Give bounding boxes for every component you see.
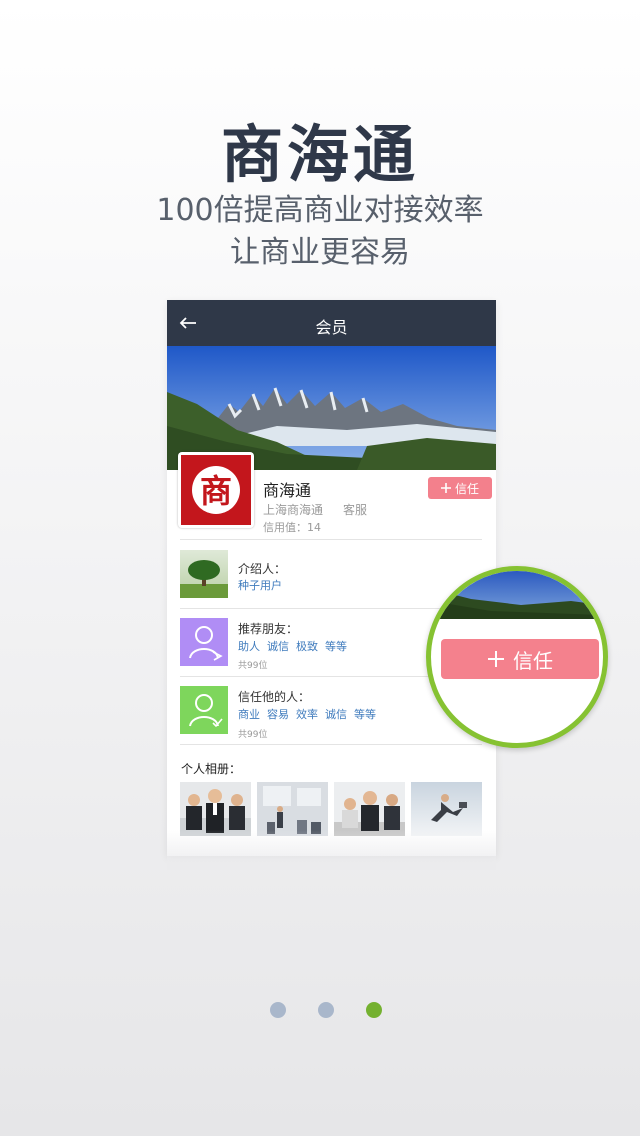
trust-button-label: 信任 bbox=[454, 481, 479, 496]
tag[interactable]: 诚信 bbox=[267, 638, 289, 654]
tag[interactable]: 容易 bbox=[267, 706, 289, 722]
tag[interactable]: 诚信 bbox=[325, 706, 347, 722]
page-dot-active[interactable] bbox=[366, 1002, 382, 1018]
trusters-tags: 商业 容易 效率 诚信 等等 bbox=[238, 706, 376, 722]
plus-icon bbox=[488, 651, 504, 667]
tag[interactable]: 商业 bbox=[238, 706, 260, 722]
divider bbox=[180, 539, 482, 540]
page-dot[interactable] bbox=[318, 1002, 334, 1018]
avatar[interactable]: 商 bbox=[178, 452, 254, 528]
plus-icon bbox=[440, 483, 451, 493]
tag[interactable]: 种子用户 bbox=[238, 577, 282, 593]
tag[interactable]: 助人 bbox=[238, 638, 260, 654]
album-photo[interactable] bbox=[257, 782, 328, 836]
profile-company: 上海商海通 bbox=[263, 503, 324, 517]
profile-name: 商海通 bbox=[263, 481, 312, 500]
zoom-trust-button[interactable]: 信任 bbox=[441, 639, 599, 679]
divider bbox=[180, 744, 482, 745]
svg-text:商: 商 bbox=[200, 472, 232, 510]
tag[interactable]: 等等 bbox=[354, 706, 376, 722]
hero-subtitle-2: 让商业更容易 bbox=[230, 235, 410, 270]
introducer-label: 介绍人： bbox=[238, 562, 287, 576]
tag[interactable]: 等等 bbox=[325, 638, 347, 654]
profile-role: 客服 bbox=[343, 503, 368, 517]
album-photo[interactable] bbox=[411, 782, 482, 836]
tree-thumbnail[interactable] bbox=[180, 550, 228, 598]
trust-button[interactable]: 信任 bbox=[428, 477, 492, 499]
phone-fade bbox=[167, 830, 496, 870]
zoom-trust-label: 信任 bbox=[513, 648, 553, 673]
navbar: 会员 bbox=[167, 300, 496, 346]
user-avatar-icon[interactable] bbox=[180, 618, 228, 666]
album-title: 个人相册： bbox=[181, 762, 242, 776]
recommend-friends-label: 推荐朋友： bbox=[238, 622, 299, 636]
page-indicator bbox=[270, 1002, 382, 1020]
recommend-friends-tags: 助人 诚信 极致 等等 bbox=[238, 638, 347, 654]
photo-album bbox=[180, 782, 482, 836]
user-check-icon[interactable] bbox=[180, 686, 228, 734]
profile-credit: 信用值：14 bbox=[263, 521, 321, 534]
introducer-tags: 种子用户 bbox=[238, 577, 282, 593]
hero-subtitle-1: 100倍提高商业对接效率 bbox=[156, 193, 484, 228]
album-photo[interactable] bbox=[180, 782, 251, 836]
navbar-title: 会员 bbox=[315, 318, 348, 337]
zoom-cover-image bbox=[431, 571, 603, 619]
album-photo[interactable] bbox=[334, 782, 405, 836]
recommend-friends-count: 共99位 bbox=[238, 661, 268, 671]
tag[interactable]: 极致 bbox=[296, 638, 318, 654]
trusters-count: 共99位 bbox=[238, 730, 268, 740]
tag[interactable]: 效率 bbox=[296, 706, 318, 722]
trusters-label: 信任他的人： bbox=[238, 690, 311, 704]
page-dot[interactable] bbox=[270, 1002, 286, 1018]
zoom-callout: 信任 bbox=[426, 566, 608, 748]
company-logo: 商 bbox=[181, 455, 251, 525]
hero-title: 商海通 bbox=[220, 118, 419, 191]
